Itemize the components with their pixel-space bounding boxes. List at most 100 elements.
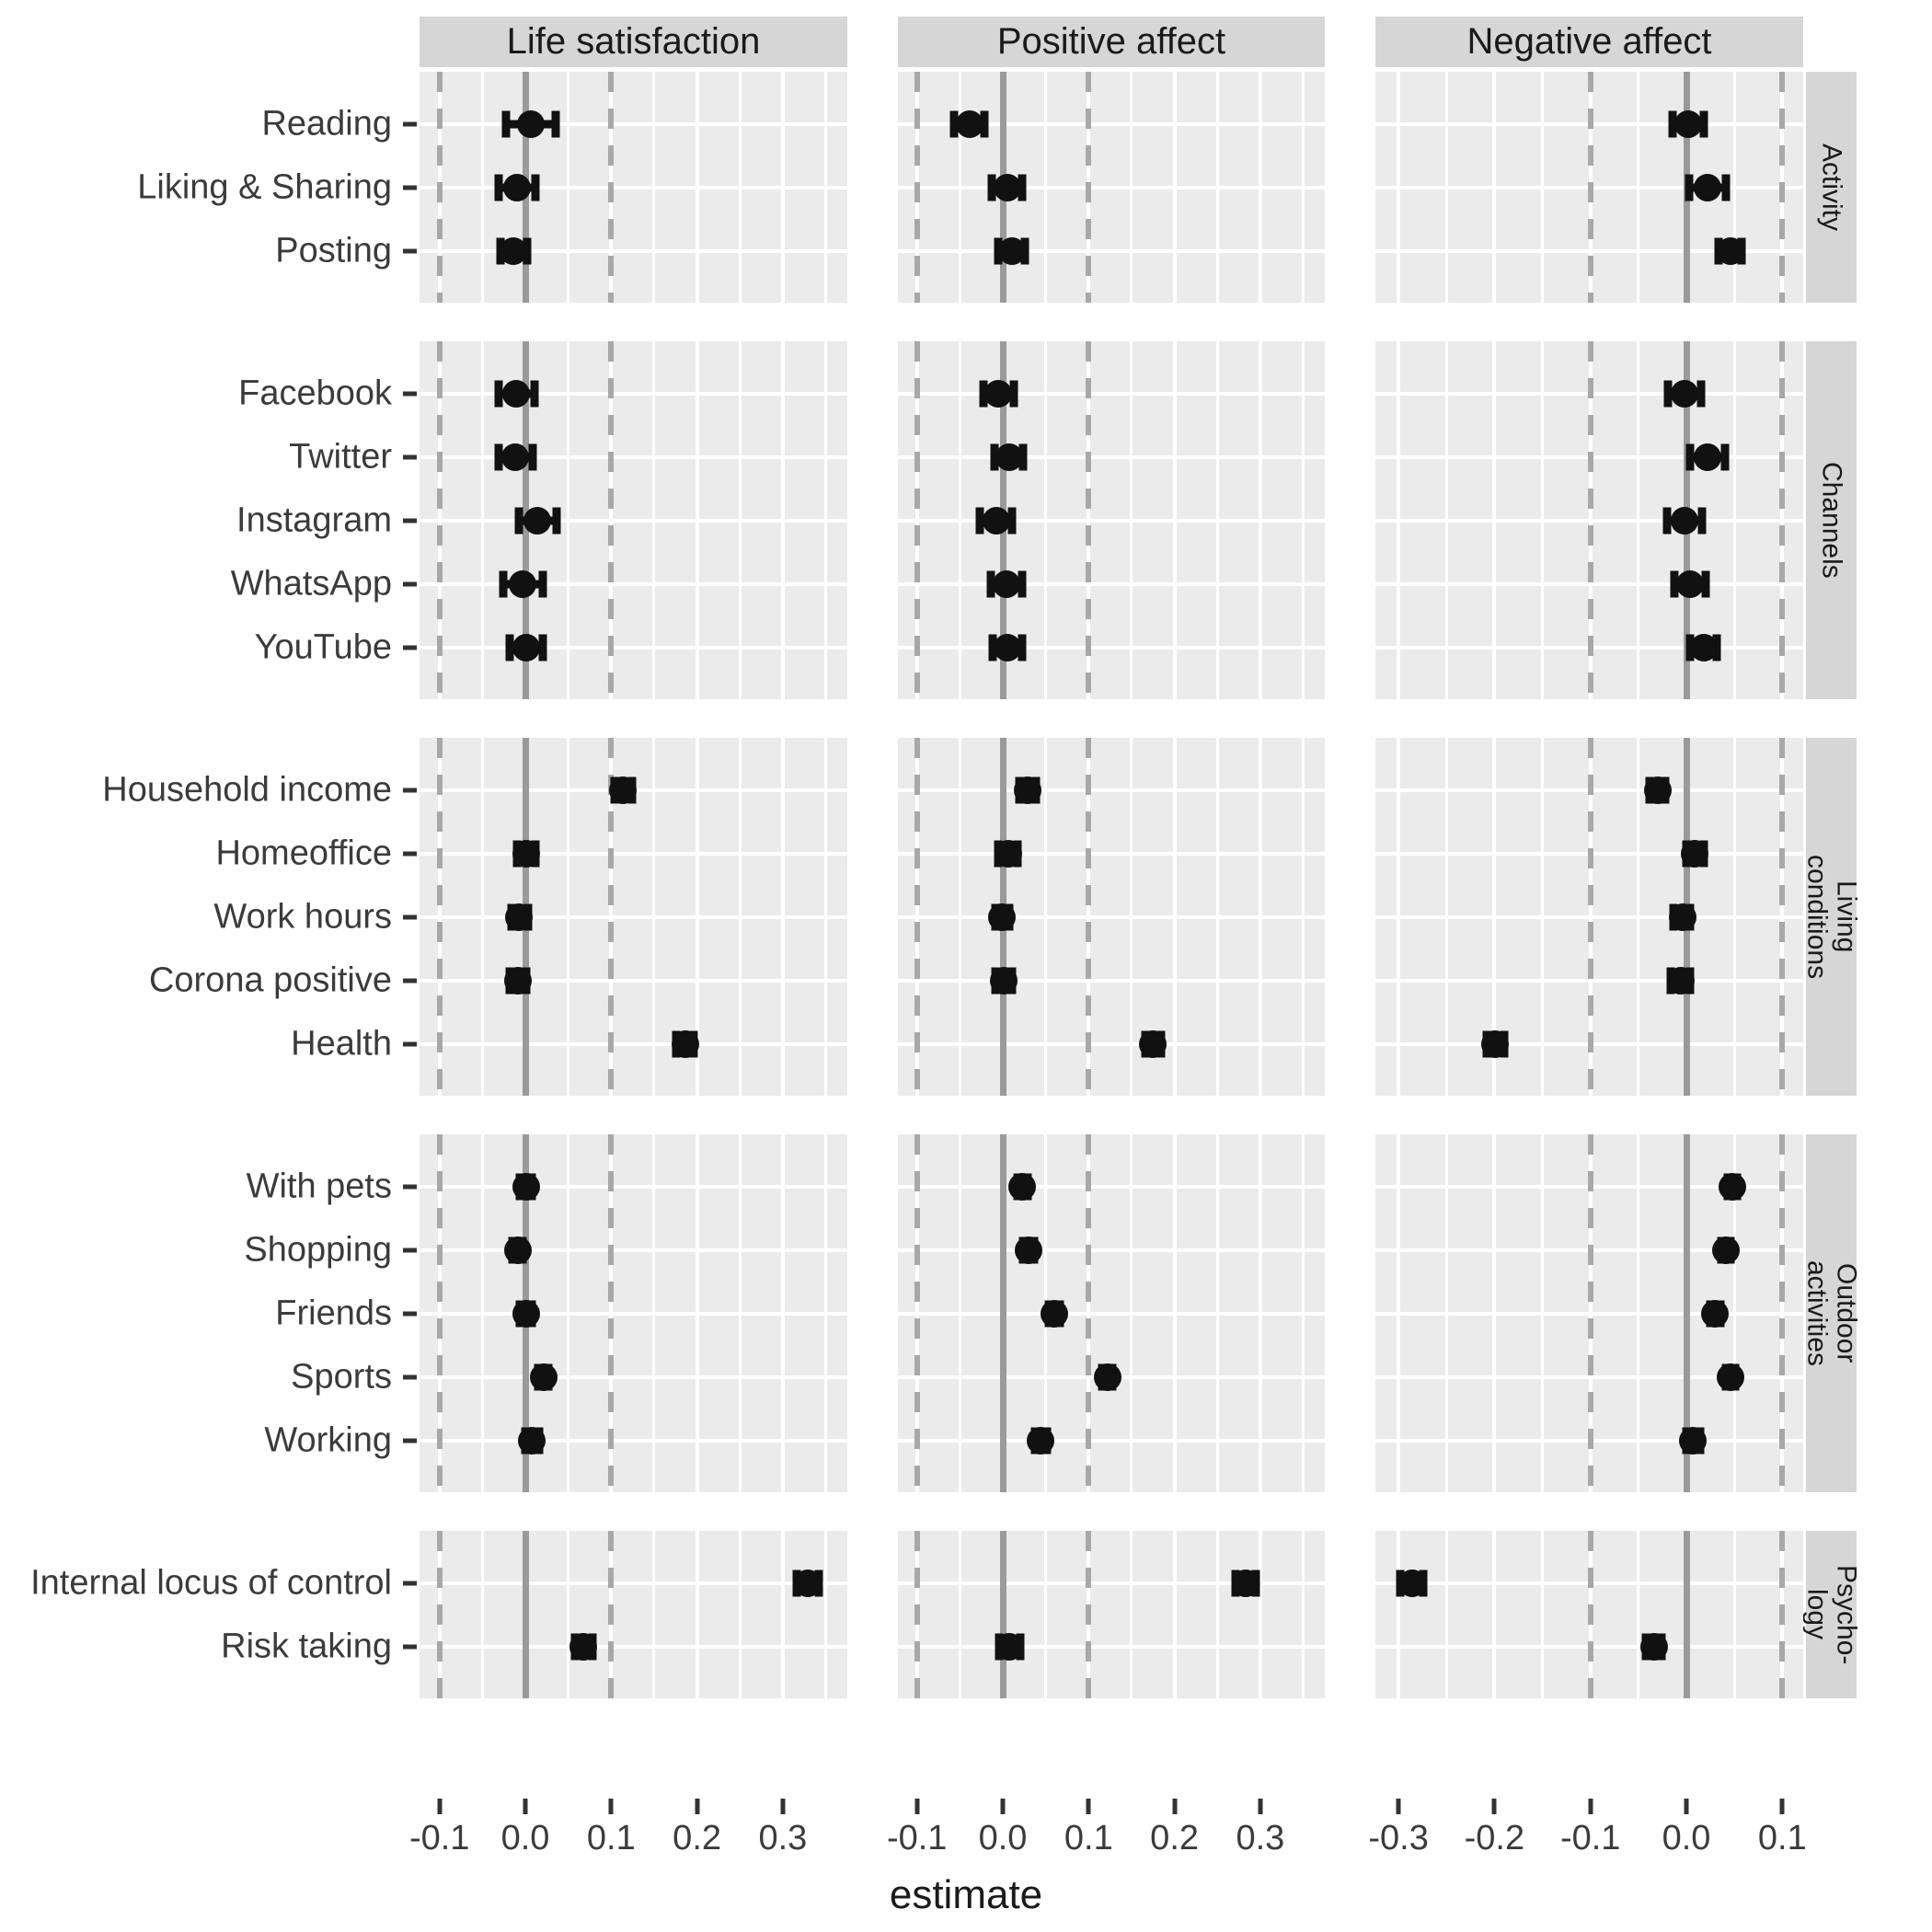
x-axis-tick: [1258, 1799, 1263, 1814]
estimate-point: [1643, 776, 1672, 804]
estimate-point: [501, 379, 530, 408]
reference-line-dashed: [914, 72, 920, 303]
row-strip-label: Psycho- logy: [1801, 1564, 1862, 1665]
y-axis-tick: [403, 1438, 417, 1443]
gridline-vertical: [567, 1531, 570, 1698]
reference-line-dashed: [608, 1531, 615, 1698]
y-axis-tick: [403, 1374, 417, 1379]
x-axis-tick: [1491, 1799, 1497, 1814]
panel-psychology-3: [1375, 1531, 1803, 1698]
reference-line-dashed: [1086, 341, 1092, 699]
forest-plot-figure: Life satisfaction Positive affect Negative…: [0, 0, 1932, 1932]
gridline-horizontal: [420, 454, 847, 459]
gridline-vertical: [1044, 1531, 1048, 1698]
estimate-point: [1481, 1029, 1510, 1058]
panel-living-conditions-2: [898, 738, 1325, 1096]
estimate-point: [793, 1569, 822, 1597]
confidence-interval-cap: [494, 174, 503, 201]
x-axis-label: 0.3: [1236, 1819, 1285, 1857]
x-axis-tick: [695, 1799, 700, 1814]
gridline-horizontal: [420, 914, 847, 919]
gridline-vertical: [480, 1531, 484, 1698]
reference-line-dashed: [1587, 341, 1593, 699]
reference-line-dashed: [1779, 72, 1786, 303]
y-axis-label: Homeoffice: [215, 834, 392, 872]
gridline-vertical: [1258, 1531, 1262, 1698]
reference-line-dashed: [1086, 1134, 1092, 1492]
confidence-interval-cap: [514, 507, 523, 534]
reference-line-dashed: [914, 1134, 920, 1492]
column-strip-3: Negative affect: [1375, 17, 1803, 67]
estimate-point: [500, 443, 529, 471]
estimate-point: [512, 1299, 540, 1328]
confidence-interval-cap: [1697, 507, 1707, 534]
x-axis-label: 0.2: [1150, 1819, 1200, 1857]
reference-line-dashed: [1779, 738, 1786, 1096]
gridline-horizontal: [420, 1581, 847, 1585]
estimate-point: [1397, 1569, 1426, 1597]
estimate-point: [1232, 1569, 1260, 1597]
confidence-interval-cap: [501, 110, 511, 137]
estimate-point: [993, 173, 1021, 201]
column-strip-2: Positive affect: [898, 17, 1325, 67]
x-axis-tick: [1000, 1799, 1006, 1814]
estimate-point: [505, 903, 534, 931]
estimate-point: [1701, 1299, 1730, 1328]
estimate-point: [503, 966, 532, 995]
estimate-point: [1689, 633, 1718, 661]
reference-line-dashed: [1779, 341, 1786, 699]
gridline-horizontal: [898, 914, 1325, 919]
reference-line-zero: [522, 1531, 529, 1698]
reference-line-dashed: [914, 738, 920, 1096]
y-axis-tick: [403, 581, 417, 586]
gridline-horizontal: [420, 518, 847, 523]
gridline-horizontal: [420, 851, 847, 856]
x-axis-tick: [437, 1799, 443, 1814]
estimate-point: [1014, 1236, 1042, 1264]
y-axis-label: Risk taking: [221, 1627, 392, 1665]
gridline-horizontal: [420, 581, 847, 586]
estimate-point: [569, 1632, 598, 1661]
x-axis-label: 0.1: [586, 1819, 636, 1857]
gridline-vertical: [824, 1531, 828, 1698]
x-axis-tick: [523, 1799, 528, 1814]
y-axis-tick: [403, 1041, 417, 1046]
gridline-vertical: [652, 1531, 656, 1698]
panel-channels-3: [1375, 341, 1803, 699]
estimate-point: [503, 1236, 532, 1264]
confidence-interval-cap: [499, 570, 508, 597]
y-axis-label: Household income: [102, 770, 392, 809]
gridline-vertical: [1444, 1531, 1448, 1698]
gridline-horizontal: [420, 1041, 847, 1046]
reference-line-dashed: [1086, 1531, 1092, 1698]
x-axis-label: -0.1: [408, 1819, 470, 1857]
estimate-point: [992, 569, 1020, 598]
estimate-point: [518, 1426, 546, 1455]
x-axis-label: 0.1: [1757, 1819, 1807, 1857]
reference-line-dashed: [1779, 1134, 1786, 1492]
row-strip-label: Outdoor activities: [1801, 1259, 1862, 1367]
estimate-point: [1670, 379, 1698, 408]
gridline-horizontal: [420, 185, 847, 190]
y-axis-tick: [403, 391, 417, 396]
x-axis-title: estimate: [889, 1872, 1043, 1917]
gridline-horizontal: [898, 788, 1325, 792]
reference-line-dashed: [1587, 1531, 1593, 1698]
y-axis-label: Liking & Sharing: [137, 167, 392, 206]
reference-line-dashed: [1587, 72, 1593, 303]
reference-line-zero: [999, 1134, 1006, 1492]
y-axis-tick: [403, 1644, 417, 1649]
estimate-point: [1008, 1172, 1037, 1201]
y-axis-tick: [403, 518, 417, 523]
reference-line-dashed: [1086, 72, 1092, 303]
reference-line-zero: [999, 1531, 1006, 1698]
gridline-horizontal: [420, 248, 847, 253]
gridline-horizontal: [420, 645, 847, 650]
estimate-point: [1693, 443, 1721, 471]
estimate-point: [1711, 1236, 1740, 1264]
panel-outdoor-activities-1: [420, 1134, 847, 1492]
panel-psychology-2: [898, 1531, 1325, 1698]
gridline-vertical: [1172, 1531, 1177, 1698]
x-axis-label: -0.2: [1464, 1819, 1525, 1857]
reference-line-dashed: [608, 1134, 615, 1492]
